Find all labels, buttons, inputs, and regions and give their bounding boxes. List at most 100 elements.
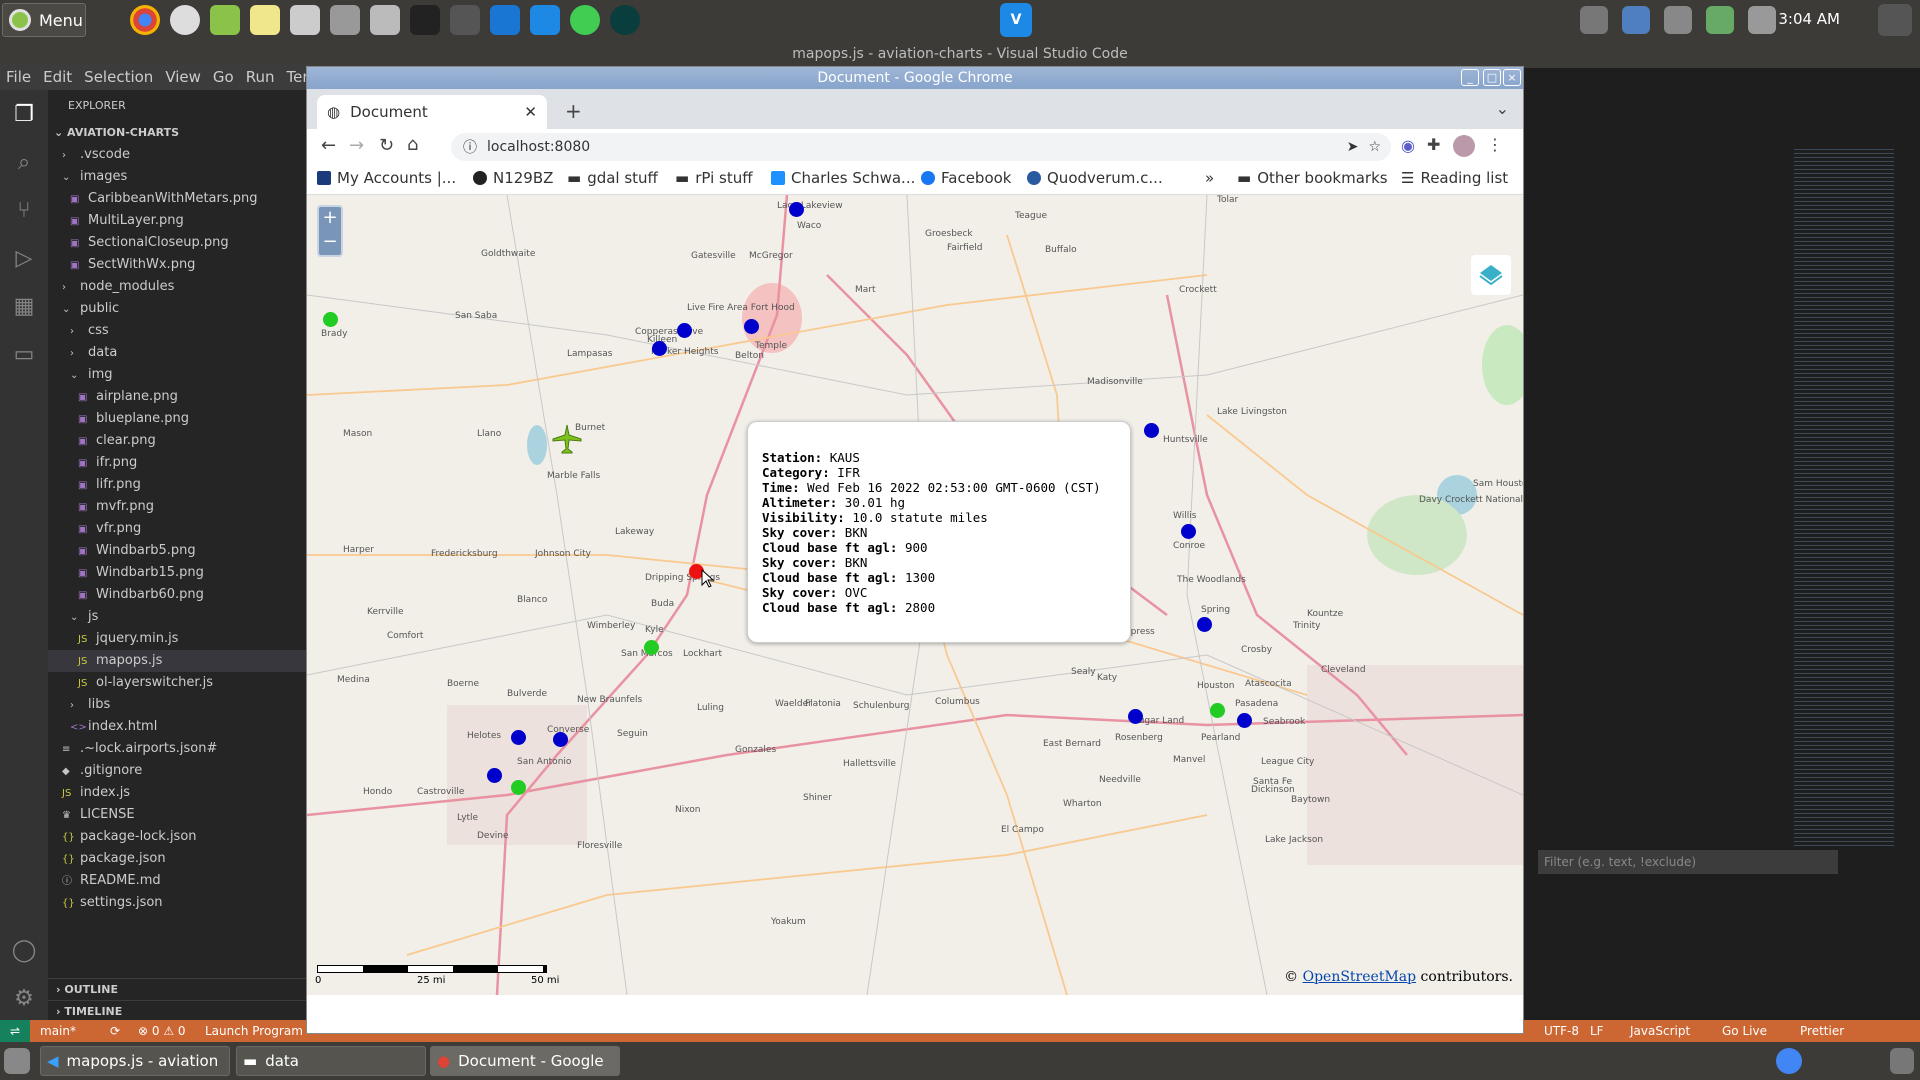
encoding-indicator[interactable]: UTF-8: [1544, 1024, 1579, 1038]
tree-file[interactable]: ≡ .~lock.airports.json#: [48, 738, 310, 760]
calculator-launcher-icon[interactable]: [370, 5, 400, 35]
profile-avatar[interactable]: [1453, 135, 1475, 157]
tree-file[interactable]: ▣ SectWithWx.png: [48, 254, 310, 276]
filter-input[interactable]: Filter (e.g. text, !exclude): [1538, 850, 1838, 874]
station-marker-green[interactable]: [323, 312, 338, 327]
gimp-launcher-icon[interactable]: [450, 5, 480, 35]
menu-edit[interactable]: Edit: [43, 68, 72, 86]
openstreetmap-link[interactable]: OpenStreetMap: [1303, 969, 1417, 985]
bookmark-facebook[interactable]: Facebook: [921, 169, 1011, 187]
bookmarks-overflow-button[interactable]: »: [1205, 169, 1214, 187]
terminal-launcher-icon[interactable]: [410, 5, 440, 35]
volume-icon[interactable]: [1748, 6, 1776, 34]
tree-file[interactable]: ▣ MultiLayer.png: [48, 210, 310, 232]
remote-explorer-icon[interactable]: ▭: [0, 330, 48, 378]
branch-indicator[interactable]: main*: [40, 1024, 76, 1038]
tree-file[interactable]: ▣ clear.png: [48, 430, 310, 452]
tree-file[interactable]: ▣ SectionalCloseup.png: [48, 232, 310, 254]
tree-file[interactable]: JS jquery.min.js: [48, 628, 310, 650]
tree-file[interactable]: JS index.js: [48, 782, 310, 804]
station-marker-green[interactable]: [1210, 703, 1225, 718]
tree-file[interactable]: ▣ lifr.png: [48, 474, 310, 496]
desktop-icon[interactable]: [1878, 4, 1912, 36]
timeline-section[interactable]: › TIMELINE: [48, 1000, 310, 1022]
start-menu-button[interactable]: Menu: [2, 3, 86, 37]
tree-file[interactable]: {} settings.json: [48, 892, 310, 914]
drive-icon[interactable]: [1664, 6, 1692, 34]
chrome-menu-icon[interactable]: ⋮: [1487, 135, 1503, 154]
sync-icon[interactable]: ⟳: [110, 1024, 120, 1038]
airplane-icon[interactable]: [551, 423, 583, 455]
menu-go[interactable]: Go: [213, 68, 234, 86]
menu-file[interactable]: File: [6, 68, 31, 86]
search-icon[interactable]: ⌕: [0, 138, 48, 186]
account-icon[interactable]: ◯: [0, 926, 48, 974]
station-marker-green[interactable]: [644, 640, 659, 655]
forward-button[interactable]: →: [349, 135, 364, 156]
tree-file[interactable]: ♛ LICENSE: [48, 804, 310, 826]
station-marker-blue[interactable]: [1128, 709, 1143, 724]
tree-file[interactable]: ▣ CaribbeanWithMetars.png: [48, 188, 310, 210]
tree-file[interactable]: ▣ mvfr.png: [48, 496, 310, 518]
station-marker-blue[interactable]: [487, 768, 502, 783]
menu-run[interactable]: Run: [246, 68, 275, 86]
station-marker-blue[interactable]: [1197, 617, 1212, 632]
tree-file[interactable]: ▣ Windbarb15.png: [48, 562, 310, 584]
address-bar[interactable]: ⓘ localhost:8080 ➤ ☆: [451, 133, 1391, 161]
tray-chrome-icon[interactable]: [1776, 1048, 1802, 1074]
files-launcher-icon[interactable]: [290, 5, 320, 35]
tree-file[interactable]: JS ol-layerswitcher.js: [48, 672, 310, 694]
tree-file[interactable]: {} package.json: [48, 848, 310, 870]
source-control-icon[interactable]: ⑂: [0, 186, 48, 234]
taskbar-item-chrome[interactable]: ● Document - Google Chrome: [430, 1046, 620, 1076]
close-window-button[interactable]: ×: [1503, 69, 1521, 86]
tree-file[interactable]: ⓘ README.md: [48, 870, 310, 892]
taskbar-item-vscode[interactable]: ◀ mapops.js - aviation-charts - Visual St…: [40, 1046, 230, 1076]
explorer-icon[interactable]: ❐: [0, 90, 48, 138]
trash-icon[interactable]: [1890, 1048, 1914, 1074]
remote-indicator-icon[interactable]: ⇌: [0, 1020, 30, 1042]
clock[interactable]: 3:04 AM: [1778, 10, 1840, 28]
tree-file[interactable]: <>index.html: [48, 716, 310, 738]
station-marker-blue[interactable]: [677, 323, 692, 338]
bookmark-charles-schwab[interactable]: Charles Schwa...: [771, 169, 915, 187]
station-marker-blue[interactable]: [1144, 423, 1159, 438]
reading-list[interactable]: ☰ Reading list: [1401, 169, 1508, 187]
reload-button[interactable]: ↻: [379, 135, 394, 156]
minimize-button[interactable]: _: [1461, 69, 1479, 86]
vscode-launcher-icon[interactable]: [530, 5, 560, 35]
minimap[interactable]: [1794, 146, 1894, 846]
home-button[interactable]: ⌂: [407, 134, 418, 155]
new-tab-button[interactable]: +: [565, 99, 582, 123]
tree-folder[interactable]: › node_modules: [48, 276, 310, 298]
tree-file[interactable]: {} package-lock.json: [48, 826, 310, 848]
extensions-icon[interactable]: ▦: [0, 282, 48, 330]
station-marker-blue[interactable]: [511, 730, 526, 745]
clock-launcher-icon[interactable]: [170, 5, 200, 35]
maximize-button[interactable]: □: [1483, 69, 1501, 86]
show-desktop-icon[interactable]: [4, 1048, 30, 1074]
notes-launcher-icon[interactable]: [250, 5, 280, 35]
launch-program[interactable]: Launch Program: [205, 1024, 303, 1038]
outline-section[interactable]: › OUTLINE: [48, 978, 310, 1000]
tree-file[interactable]: ▣ ifr.png: [48, 452, 310, 474]
tree-folder[interactable]: › libs: [48, 694, 310, 716]
settings-gear-icon[interactable]: ⚙: [0, 974, 48, 1022]
extension-icon[interactable]: ◉: [1401, 136, 1415, 155]
tree-file[interactable]: ▣ airplane.png: [48, 386, 310, 408]
menu-selection[interactable]: Selection: [84, 68, 153, 86]
menu-view[interactable]: View: [165, 68, 201, 86]
tree-folder[interactable]: ⌄ img: [48, 364, 310, 386]
prettier-indicator[interactable]: Prettier: [1800, 1024, 1844, 1038]
bookmark-gdal-stuff[interactable]: ▬ gdal stuff: [567, 169, 658, 187]
layer-switcher-button[interactable]: [1471, 255, 1511, 295]
tree-folder[interactable]: ⌄ js: [48, 606, 310, 628]
go-live-button[interactable]: Go Live: [1722, 1024, 1767, 1038]
send-icon[interactable]: ➤: [1347, 139, 1359, 155]
station-marker-blue[interactable]: [744, 319, 759, 334]
tree-folder[interactable]: › data: [48, 342, 310, 364]
tree-folder[interactable]: › css: [48, 320, 310, 342]
tree-file[interactable]: JS mapops.js: [48, 650, 310, 672]
taskbar-item-data[interactable]: ▬ data: [236, 1046, 426, 1076]
tree-folder[interactable]: ⌄ images: [48, 166, 310, 188]
